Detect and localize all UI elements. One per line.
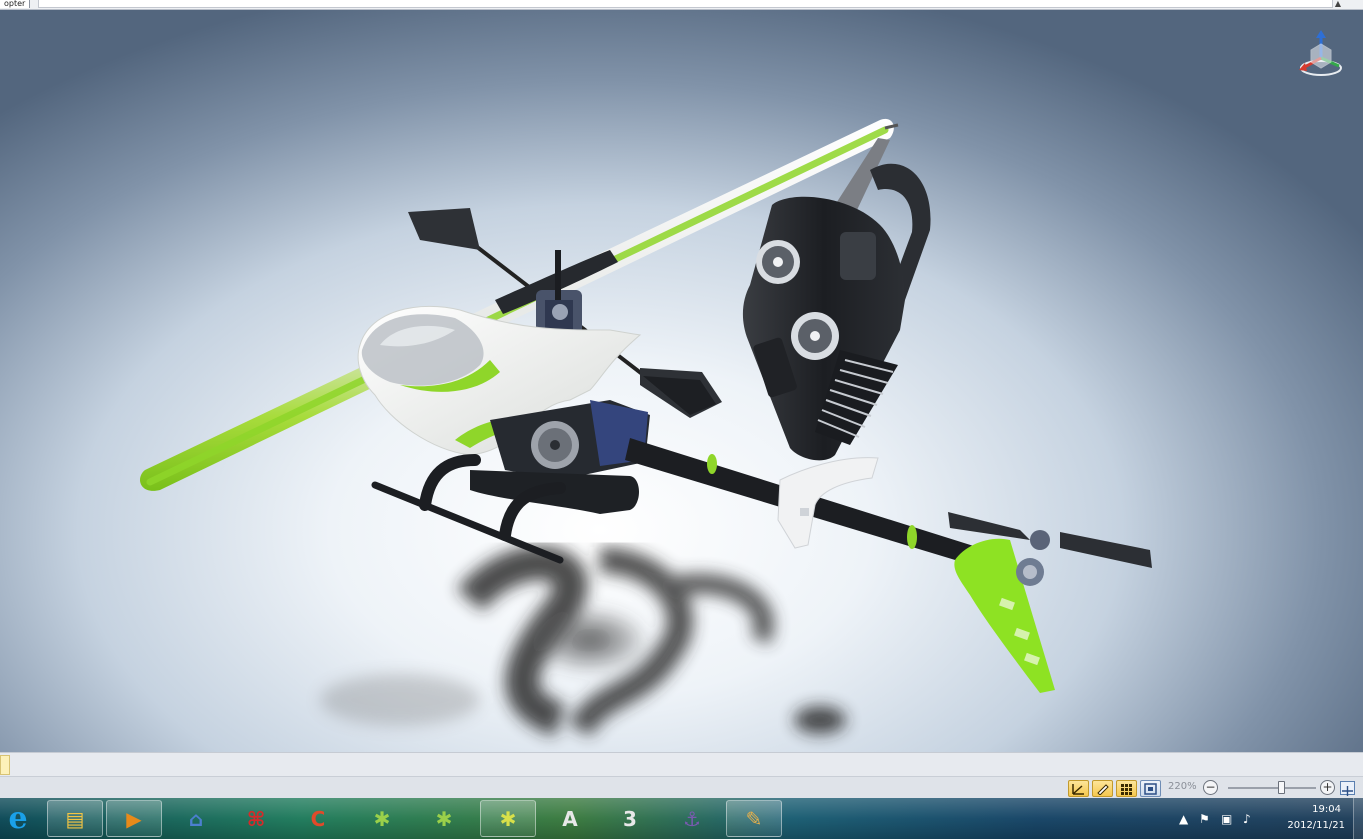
taskbar-cad-app-button[interactable]: A [542, 800, 598, 837]
system-tray: ▲ ⚑ ▣ ♪ 19:04 2012/11/21 [1173, 798, 1363, 839]
clock-date[interactable]: 2012/11/21 [1287, 820, 1345, 831]
helicopter-model-render [140, 118, 1152, 737]
network-icon[interactable]: ▣ [1221, 812, 1232, 826]
chevron-down-icon[interactable]: ▲ [1335, 0, 1341, 8]
orientation-icon [1072, 783, 1084, 795]
molecule-app-2-icon: ✱ [435, 806, 453, 831]
fit-view-button[interactable] [1340, 781, 1355, 796]
3d-viewport[interactable] [0, 10, 1363, 752]
paint-app-icon: ✎ [745, 806, 763, 831]
show-desktop-button[interactable] [1353, 798, 1363, 839]
cad-app-icon: A [562, 806, 578, 831]
fit-view-icon [1342, 786, 1353, 796]
pdf-reader-icon: ⌘ [246, 806, 266, 831]
taskbar-molecule-app-2-button[interactable]: ✱ [416, 800, 472, 837]
zoom-level-label: 220% [1168, 781, 1197, 792]
ship-app-icon: ⚓ [683, 806, 701, 831]
title-bar: opter ▲ [0, 0, 1363, 10]
ruler-button[interactable] [1092, 780, 1113, 797]
tray-expand-icon[interactable]: ▲ [1179, 812, 1188, 826]
taskbar-media-player-button[interactable]: ▶ [106, 800, 162, 837]
tail-fin [954, 538, 1055, 693]
frame-icon [1144, 782, 1157, 795]
network-tool-icon: ⌂ [188, 806, 204, 831]
frame-button[interactable] [1140, 780, 1161, 797]
ground-shadow [320, 546, 846, 737]
internet-explorer-icon: e [8, 800, 28, 836]
clock-time[interactable]: 19:04 [1312, 804, 1341, 815]
view-toolbar: 220% − + [0, 776, 1363, 798]
grid-button[interactable] [1116, 780, 1137, 797]
document-tab[interactable]: opter [0, 0, 31, 8]
taskbar-ship-app-button[interactable]: ⚓ [664, 800, 720, 837]
taskbar-pdf-reader-button[interactable]: ⌘ [228, 800, 284, 837]
ccleaner-icon: C [310, 806, 326, 831]
status-tab[interactable] [0, 755, 10, 775]
taskbar-3ds-app-button[interactable]: 3 [602, 800, 658, 837]
taskbar-molecule-app-1-button[interactable]: ✱ [354, 800, 410, 837]
molecule-app-1-icon: ✱ [373, 806, 391, 831]
taskbar-network-tool-button[interactable]: ⌂ [168, 800, 224, 837]
taskbar-paint-app-button[interactable]: ✎ [726, 800, 782, 837]
media-player-icon: ▶ [126, 806, 142, 831]
3ds-app-icon: 3 [623, 806, 637, 831]
volume-icon[interactable]: ♪ [1243, 812, 1251, 826]
taskbar-molecule-app-3-button[interactable]: ✱ [480, 800, 536, 837]
zoom-slider-track[interactable] [1228, 787, 1316, 789]
file-explorer-icon: ▤ [65, 806, 85, 831]
action-center-flag-icon[interactable]: ⚑ [1199, 812, 1210, 826]
status-bar [0, 752, 1363, 776]
orientation-button[interactable] [1068, 780, 1089, 797]
molecule-app-3-icon: ✱ [499, 806, 517, 831]
view-cube-icon[interactable] [1295, 28, 1347, 82]
taskbar-ccleaner-button[interactable]: C [290, 800, 346, 837]
title-strip [38, 0, 1333, 8]
zoom-out-button[interactable]: − [1203, 780, 1218, 795]
zoom-in-button[interactable]: + [1320, 780, 1335, 795]
taskbar-internet-explorer-button[interactable]: e [0, 800, 36, 837]
grid-icon [1121, 783, 1132, 795]
app-window: opter ▲ 220% − + e ▤ ▶ ⌂ ⌘ C ✱ ✱ ✱ A 3 ⚓… [0, 0, 1363, 839]
taskbar-file-explorer-button[interactable]: ▤ [47, 800, 103, 837]
taskbar: e ▤ ▶ ⌂ ⌘ C ✱ ✱ ✱ A 3 ⚓ ✎ ▲ ⚑ ▣ ♪ 19:04 2012/11/21 [0, 798, 1363, 839]
zoom-slider-thumb[interactable] [1277, 781, 1285, 794]
ruler-icon [1097, 783, 1109, 795]
